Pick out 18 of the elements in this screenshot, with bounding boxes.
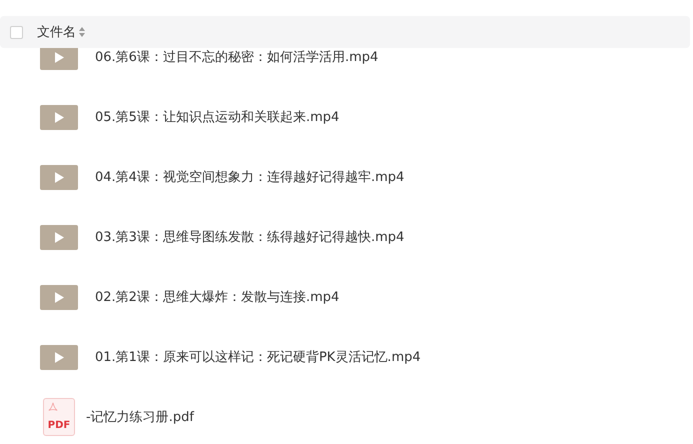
- play-icon: [54, 52, 64, 62]
- acrobat-icon: [48, 402, 58, 412]
- pdf-label: PDF: [48, 421, 70, 431]
- file-name[interactable]: 03.第3课：思维导图练发散：练得越好记得越快.mp4: [95, 228, 404, 246]
- sort-icon[interactable]: [79, 27, 85, 37]
- file-name[interactable]: 06.第6课：过目不忘的秘密：如何活学活用.mp4: [95, 48, 378, 66]
- play-icon: [54, 112, 64, 122]
- play-icon: [54, 172, 64, 182]
- play-icon: [54, 292, 64, 302]
- file-name[interactable]: 02.第2课：思维大爆炸：发散与连接.mp4: [95, 288, 340, 306]
- column-header[interactable]: 文件名: [37, 23, 76, 41]
- play-icon: [54, 352, 64, 362]
- file-name[interactable]: 05.第5课：让知识点运动和关联起来.mp4: [95, 108, 340, 126]
- play-icon: [54, 232, 64, 242]
- file-name[interactable]: 01.第1课：原来可以这样记：死记硬背PK灵活记忆.mp4: [95, 348, 421, 366]
- select-all-checkbox[interactable]: [10, 26, 23, 38]
- file-name[interactable]: -记忆力练习册.pdf: [86, 408, 194, 426]
- file-name[interactable]: 04.第4课：视觉空间想象力：连得越好记得越牢.mp4: [95, 168, 404, 186]
